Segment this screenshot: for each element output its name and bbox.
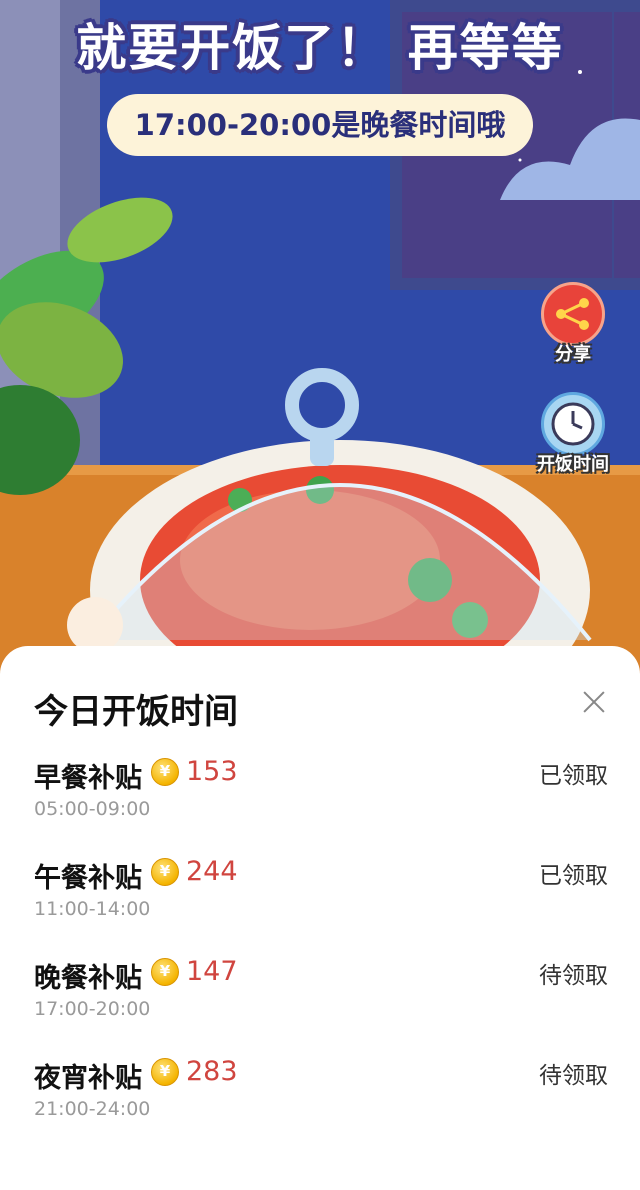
meal-row-late-night: 夜宵补贴 283 21:00-24:00 待领取	[34, 1056, 608, 1136]
meal-time-range: 05:00-09:00	[34, 798, 151, 820]
share-icon	[541, 282, 605, 346]
claim-status[interactable]: 已领取	[539, 756, 608, 790]
meal-name: 午餐补贴	[34, 863, 142, 894]
claim-status[interactable]: 已领取	[539, 856, 608, 890]
meal-amount: 153	[186, 756, 238, 787]
meal-amount: 244	[186, 856, 238, 887]
share-label: 分享	[555, 344, 591, 365]
meal-time-button[interactable]: 开饭时间	[528, 392, 618, 476]
sheet-title: 今日开饭时间	[34, 692, 238, 732]
coin-icon	[151, 1058, 179, 1086]
meal-name: 早餐补贴	[34, 763, 142, 794]
meal-time-range: 21:00-24:00	[34, 1098, 151, 1120]
share-button[interactable]: 分享	[533, 282, 613, 366]
meal-name: 晚餐补贴	[34, 963, 142, 994]
coin-icon	[151, 958, 179, 986]
meal-row-lunch: 午餐补贴 244 11:00-14:00 已领取	[34, 856, 608, 936]
meal-time-range: 11:00-14:00	[34, 898, 151, 920]
coin-icon	[151, 758, 179, 786]
meal-amount: 283	[186, 1056, 238, 1087]
meal-row-breakfast: 早餐补贴 153 05:00-09:00 已领取	[34, 756, 608, 836]
meal-row-dinner: 晚餐补贴 147 17:00-20:00 待领取	[34, 956, 608, 1036]
close-icon[interactable]	[580, 688, 608, 716]
meal-schedule-sheet: 今日开饭时间 早餐补贴 153 05:00-09:00 已领取 午餐补贴 244…	[0, 646, 640, 1190]
clock-icon	[541, 392, 605, 456]
claim-status[interactable]: 待领取	[539, 956, 608, 990]
meal-amount: 147	[186, 956, 238, 987]
meal-time-label: 开饭时间	[537, 454, 609, 475]
meal-time-hint: 17:00-20:00是晚餐时间哦	[107, 94, 533, 156]
coin-icon	[151, 858, 179, 886]
claim-status[interactable]: 待领取	[539, 1056, 608, 1090]
meal-time-range: 17:00-20:00	[34, 998, 151, 1020]
meal-name: 夜宵补贴	[34, 1063, 142, 1094]
headline: 就要开饭了！ 再等等	[76, 19, 564, 77]
